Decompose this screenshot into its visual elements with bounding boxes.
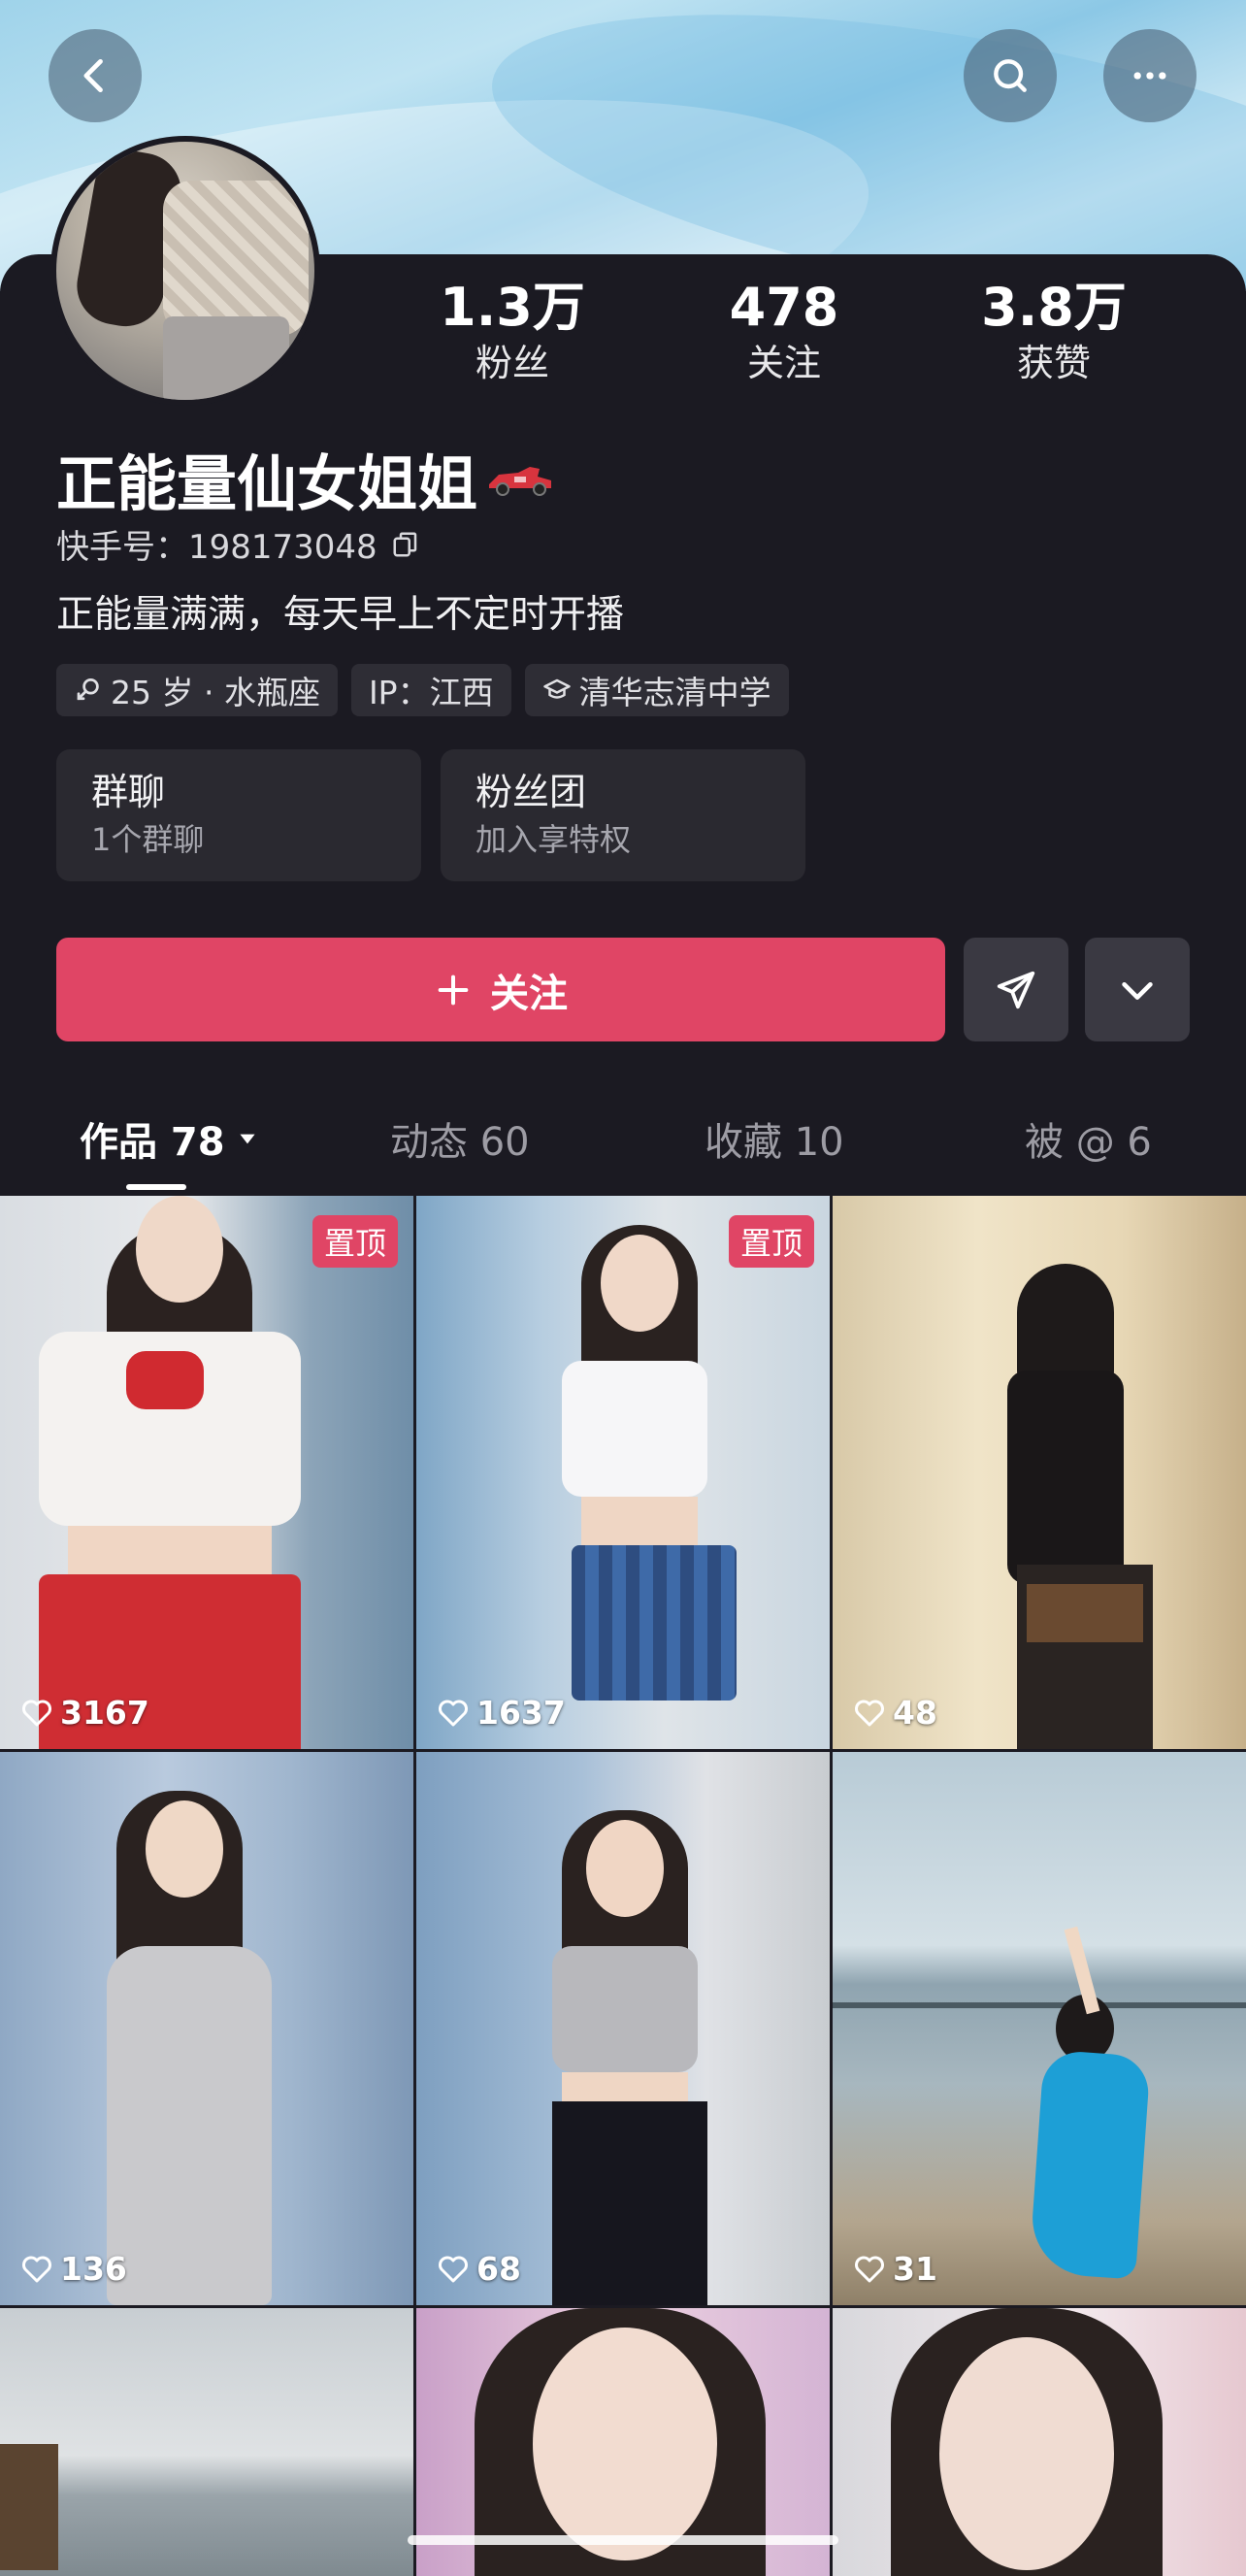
like-count: 136 — [19, 2250, 127, 2288]
expand-button[interactable] — [1085, 938, 1190, 1041]
tab-works[interactable]: 作品 78 — [80, 1110, 260, 1167]
like-count: 31 — [852, 2250, 937, 2288]
stat-likes[interactable]: 3.8万 获赞 — [947, 277, 1161, 387]
card-title: 粉丝团 — [475, 771, 587, 813]
tab-indicator — [126, 1184, 186, 1190]
tab-mentions[interactable]: 被 @ 6 — [1025, 1110, 1152, 1167]
like-count-text: 31 — [893, 2250, 937, 2288]
heart-icon — [22, 1700, 51, 1726]
tag-label: IP：江西 — [368, 674, 494, 711]
stat-value: 478 — [729, 277, 839, 338]
profile-bio: 正能量满满，每天早上不定时开播 — [56, 593, 625, 637]
card-title: 群聊 — [91, 771, 166, 813]
tag-ip: IP：江西 — [350, 664, 511, 716]
tab-favorites[interactable]: 收藏 10 — [705, 1110, 844, 1167]
paper-plane-icon — [997, 971, 1035, 1008]
post-thumbnail[interactable]: 置顶 3167 — [0, 1196, 413, 1749]
gender-female-icon — [77, 678, 99, 701]
stat-value: 1.3万 — [440, 277, 585, 338]
follow-button[interactable]: 关注 — [56, 938, 945, 1041]
share-button[interactable] — [964, 938, 1068, 1041]
like-count: 68 — [436, 2250, 521, 2288]
like-count: 48 — [852, 1694, 937, 1732]
tag-label: 25 岁 · 水瓶座 — [111, 674, 320, 711]
stat-label: 粉丝 — [475, 342, 549, 384]
copy-icon[interactable] — [391, 530, 420, 559]
search-icon — [994, 59, 1027, 92]
pinned-badge: 置顶 — [312, 1215, 398, 1268]
content-tabs: 作品 78 动态 60 收藏 10 被 @ 6 — [0, 1097, 1246, 1194]
heart-icon — [439, 1700, 468, 1726]
kuaishou-id-text: 快手号：198173048 — [56, 528, 377, 567]
stat-following[interactable]: 478 关注 — [677, 277, 891, 387]
post-thumbnail[interactable]: 136 — [0, 1752, 413, 2305]
card-subtitle: 加入享特权 — [475, 821, 632, 858]
like-count-text: 136 — [60, 2250, 127, 2288]
tag-age[interactable]: 25 岁 · 水瓶座 — [56, 664, 338, 716]
ellipsis-icon — [1133, 72, 1166, 80]
chevron-left-icon — [83, 58, 103, 93]
search-button[interactable] — [964, 29, 1057, 122]
chevron-down-icon — [1122, 981, 1153, 1000]
stat-fans[interactable]: 1.3万 粉丝 — [406, 277, 619, 387]
caret-down-icon — [240, 1134, 255, 1144]
follow-label: 关注 — [490, 971, 568, 1016]
group-chat-card[interactable]: 群聊 1个群聊 — [56, 749, 421, 881]
post-thumbnail[interactable] — [833, 2308, 1246, 2576]
heart-icon — [855, 1700, 884, 1726]
post-thumbnail[interactable]: 置顶 1637 — [416, 1196, 830, 1749]
heart-icon — [855, 2256, 884, 2282]
profile-name-text: 正能量仙女姐姐 — [56, 448, 478, 519]
post-thumbnail[interactable]: 31 — [833, 1752, 1246, 2305]
tab-moments[interactable]: 动态 60 — [390, 1110, 530, 1167]
stat-value: 3.8万 — [981, 277, 1127, 338]
heart-icon — [439, 2256, 468, 2282]
post-thumbnail[interactable] — [0, 2308, 413, 2576]
stat-label: 关注 — [746, 342, 821, 384]
post-thumbnail[interactable]: 48 — [833, 1196, 1246, 1749]
plus-icon — [438, 974, 469, 1005]
more-button[interactable] — [1103, 29, 1197, 122]
like-count-text: 3167 — [60, 1694, 149, 1732]
like-count-text: 68 — [476, 2250, 521, 2288]
post-thumbnail[interactable]: 68 — [416, 1752, 830, 2305]
stat-label: 获赞 — [1016, 342, 1091, 384]
pinned-badge: 置顶 — [728, 1215, 814, 1268]
tab-label: 作品 78 — [80, 1120, 225, 1165]
tag-label: 清华志清中学 — [578, 674, 771, 711]
avatar[interactable] — [50, 136, 320, 406]
like-count: 1637 — [436, 1694, 566, 1732]
kuaishou-id: 快手号：198173048 — [56, 520, 420, 568]
scroll-indicator — [408, 2535, 838, 2545]
card-subtitle: 1个群聊 — [91, 821, 205, 858]
heart-icon — [22, 2256, 51, 2282]
profile-cards: 群聊 1个群聊 粉丝团 加入享特权 — [56, 749, 805, 881]
fan-club-card[interactable]: 粉丝团 加入享特权 — [441, 749, 805, 881]
back-button[interactable] — [49, 29, 142, 122]
profile-name: 正能量仙女姐姐 — [56, 435, 555, 522]
profile-tags: 25 岁 · 水瓶座 IP：江西 清华志清中学 — [56, 664, 789, 716]
tag-school[interactable]: 清华志清中学 — [524, 664, 789, 716]
race-car-emoji — [489, 467, 552, 496]
like-count: 3167 — [19, 1694, 149, 1732]
like-count-text: 48 — [893, 1694, 937, 1732]
graduation-cap-icon — [542, 678, 571, 699]
like-count-text: 1637 — [476, 1694, 566, 1732]
